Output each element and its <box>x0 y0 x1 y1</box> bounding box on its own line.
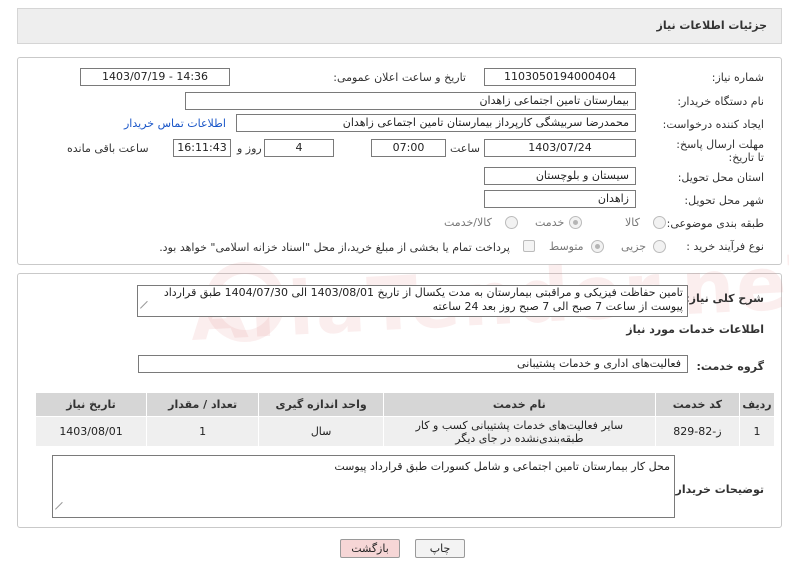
category-option-service: خدمت <box>535 216 565 229</box>
buyer-contact-link[interactable]: اطلاعات تماس خریدار <box>124 117 226 130</box>
category-radio-service[interactable] <box>569 216 582 229</box>
cell-date: 1403/08/01 <box>34 416 148 447</box>
col-qty: تعداد / مقدار <box>146 392 260 417</box>
summary-text: تامین حفاظت فیزیکی و مراقبتی بیمارستان ب… <box>163 286 683 313</box>
remaining-time-field: 16:11:43 <box>173 139 231 157</box>
category-option-goods-service: کالا/خدمت <box>444 216 492 229</box>
requester-field: محمدرضا سربیشگی کارپرداز بیمارستان تامین… <box>236 114 636 132</box>
treasury-bonds-checkbox[interactable] <box>523 240 535 252</box>
services-section-title: اطلاعات خدمات مورد نیاز <box>626 323 764 336</box>
buyer-org-label: نام دستگاه خریدار: <box>677 95 764 108</box>
city-field: زاهدان <box>484 190 636 208</box>
col-date: تاریخ نیاز <box>34 392 148 417</box>
cell-unit: سال <box>258 416 385 447</box>
treasury-bonds-note: پرداخت تمام یا بخشی از مبلغ خرید،از محل … <box>159 241 510 254</box>
summary-label: شرح کلی نیاز: <box>685 292 764 305</box>
category-radio-goods[interactable] <box>653 216 666 229</box>
buyer-notes-text: محل کار بیمارستان تامین اجتماعی و شامل ک… <box>334 460 670 473</box>
col-row: ردیف <box>739 392 775 417</box>
services-table: ردیف کد خدمت نام خدمت واحد اندازه گیری ت… <box>34 392 775 447</box>
category-option-goods: کالا <box>625 216 640 229</box>
buyer-notes-label: توضیحات خریدار: <box>671 483 764 496</box>
announce-datetime-field: 1403/07/19 - 14:36 <box>80 68 230 86</box>
col-name: نام خدمت <box>383 392 656 417</box>
page-title: جزئیات اطلاعات نیاز <box>656 19 768 32</box>
need-info-panel <box>17 57 782 265</box>
summary-resize-handle[interactable] <box>140 308 148 316</box>
services-table-header: ردیف کد خدمت نام خدمت واحد اندازه گیری ت… <box>34 392 775 417</box>
remaining-time-label: ساعت باقی مانده <box>67 142 149 155</box>
need-number-field: 1103050194000404 <box>484 68 636 86</box>
col-unit: واحد اندازه گیری <box>258 392 385 417</box>
service-group-field: فعالیت‌های اداری و خدمات پشتیبانی <box>138 355 688 373</box>
col-code: کد خدمت <box>654 392 741 417</box>
buyer-notes-textarea[interactable]: محل کار بیمارستان تامین اجتماعی و شامل ک… <box>52 455 675 518</box>
cell-code: ز-82-829 <box>654 416 741 447</box>
deadline-date-field: 1403/07/24 <box>484 139 636 157</box>
category-label: طبقه بندی موضوعی: <box>666 217 764 230</box>
back-button[interactable]: بازگشت <box>340 539 400 558</box>
city-label: شهر محل تحویل: <box>684 194 764 207</box>
deadline-label: مهلت ارسال پاسخ: تا تاریخ: <box>676 138 764 164</box>
remaining-days-label: روز و <box>237 142 262 155</box>
announce-datetime-label: تاریخ و ساعت اعلان عمومی: <box>333 71 466 84</box>
buyer-org-field: بیمارستان تامین اجتماعی زاهدان <box>185 92 636 110</box>
deadline-time-field: 07:00 <box>371 139 446 157</box>
cell-row: 1 <box>739 416 775 447</box>
remaining-days-field: 4 <box>264 139 334 157</box>
buyer-notes-resize-handle[interactable] <box>55 509 63 517</box>
cell-qty: 1 <box>146 416 260 447</box>
page-header: جزئیات اطلاعات نیاز <box>17 8 782 44</box>
print-button[interactable]: چاپ <box>415 539 465 558</box>
table-row: 1 ز-82-829 سایر فعالیت‌های خدمات پشتیبان… <box>34 416 775 447</box>
service-group-label: گروه خدمت: <box>696 360 764 373</box>
cell-name: سایر فعالیت‌های خدمات پشتیبانی کسب و کار… <box>383 416 656 447</box>
summary-textarea[interactable]: تامین حفاظت فیزیکی و مراقبتی بیمارستان ب… <box>137 285 688 317</box>
requester-label: ایجاد کننده درخواست: <box>662 118 764 131</box>
province-field: سیستان و بلوچستان <box>484 167 636 185</box>
category-radio-goods-service[interactable] <box>505 216 518 229</box>
deadline-time-label: ساعت <box>450 142 480 155</box>
province-label: استان محل تحویل: <box>677 171 764 184</box>
need-number-label: شماره نیاز: <box>711 71 764 84</box>
